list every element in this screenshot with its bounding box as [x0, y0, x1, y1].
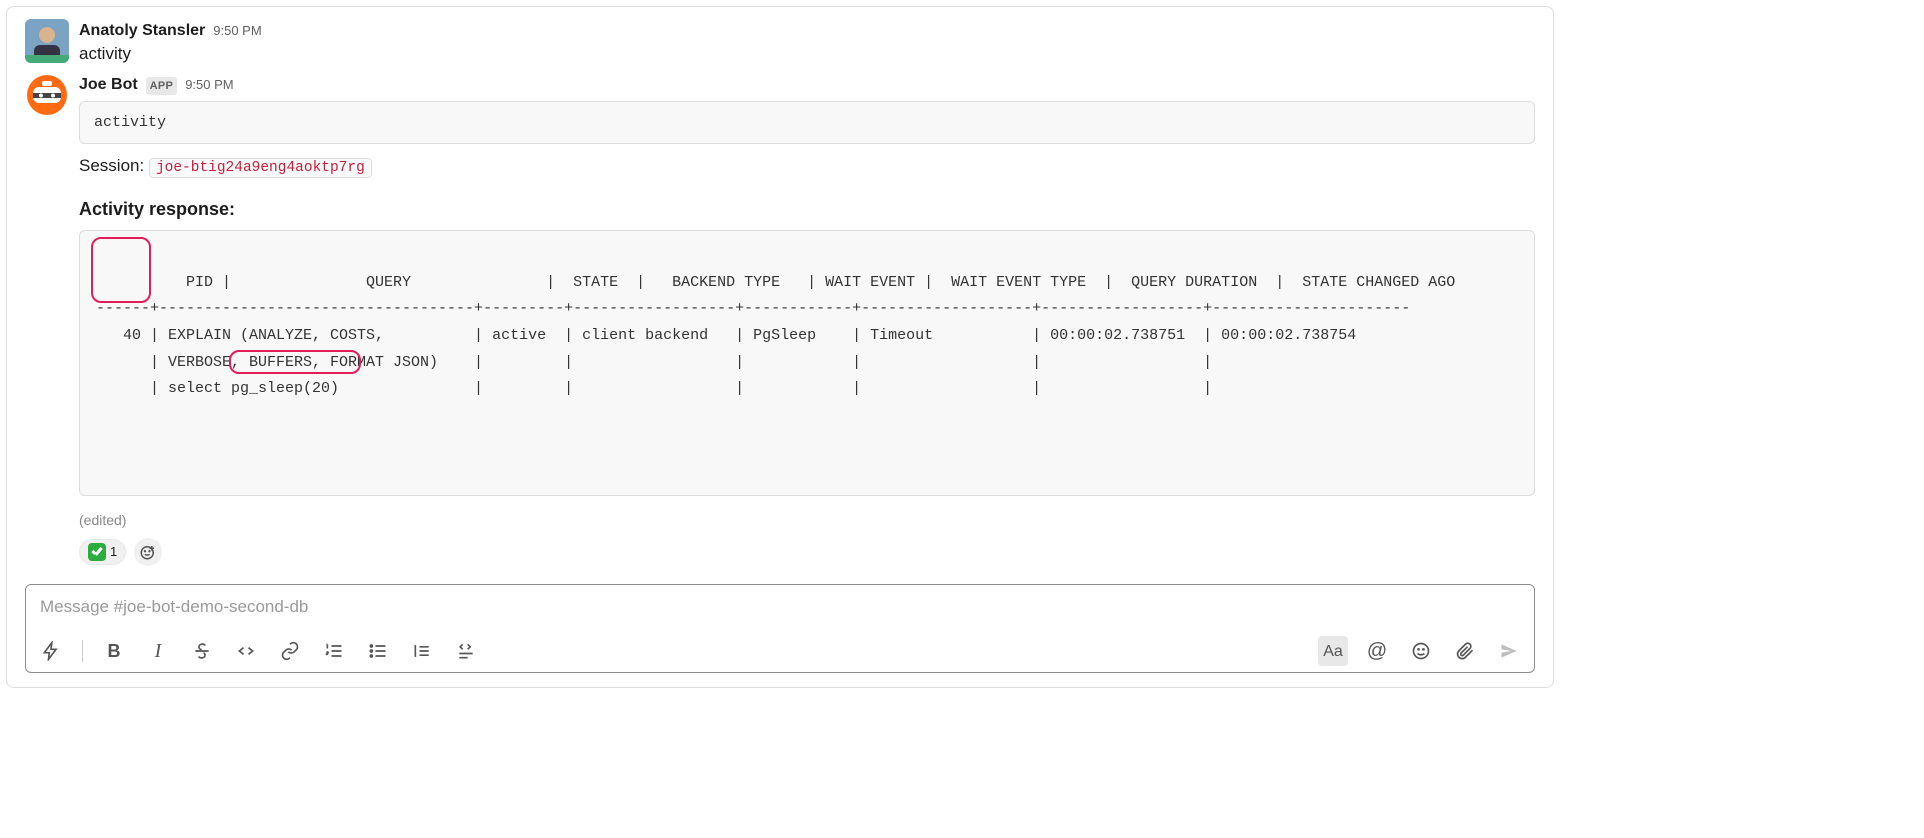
check-icon: [88, 543, 106, 561]
add-reaction-button[interactable]: [134, 538, 162, 566]
timestamp: 9:50 PM: [213, 22, 261, 41]
avatar-bot[interactable]: [25, 73, 69, 117]
timestamp: 9:50 PM: [185, 76, 233, 95]
bullet-list-button[interactable]: [363, 636, 393, 666]
link-button[interactable]: [275, 636, 305, 666]
response-title: Activity response:: [79, 196, 1535, 222]
message-user: Anatoly Stansler 9:50 PM activity: [25, 19, 1535, 67]
send-button[interactable]: [1494, 636, 1524, 666]
edited-label: (edited): [79, 510, 1535, 530]
composer: B I: [25, 584, 1535, 673]
activity-table: PID | QUERY | STATE | BACKEND TYPE | WAI…: [79, 230, 1535, 496]
reactions: 1: [79, 538, 1535, 566]
session-id[interactable]: joe-btig24a9eng4aoktp7rg: [149, 158, 372, 178]
message-bot: Joe Bot APP 9:50 PM activity Session: jo…: [25, 73, 1535, 566]
message-text: activity: [79, 42, 1535, 67]
strike-button[interactable]: [187, 636, 217, 666]
code-block-button[interactable]: [451, 636, 481, 666]
attach-button[interactable]: [1450, 636, 1480, 666]
shortcuts-button[interactable]: [36, 636, 66, 666]
toolbar-separator: [82, 640, 83, 662]
table-content: PID | QUERY | STATE | BACKEND TYPE | WAI…: [96, 274, 1482, 398]
blockquote-button[interactable]: [407, 636, 437, 666]
session-label: Session:: [79, 156, 149, 175]
avatar-user[interactable]: [25, 19, 69, 63]
app-badge: APP: [146, 77, 178, 95]
code-button[interactable]: [231, 636, 261, 666]
italic-button[interactable]: I: [143, 636, 173, 666]
sender-name[interactable]: Joe Bot: [79, 73, 138, 96]
session-line: Session: joe-btig24a9eng4aoktp7rg: [79, 154, 1535, 179]
mention-button[interactable]: @: [1362, 636, 1392, 666]
reaction-count: 1: [110, 542, 117, 562]
reaction-check[interactable]: 1: [79, 539, 126, 565]
code-block-command: activity: [79, 101, 1535, 145]
highlight-pid: [91, 237, 151, 303]
ordered-list-button[interactable]: [319, 636, 349, 666]
message-input[interactable]: [26, 585, 1534, 630]
slack-thread: Anatoly Stansler 9:50 PM activity Joe Bo…: [6, 6, 1554, 688]
sender-name[interactable]: Anatoly Stansler: [79, 19, 205, 42]
format-toggle-button[interactable]: Aa: [1318, 636, 1348, 666]
composer-toolbar: B I: [26, 630, 1534, 672]
bold-button[interactable]: B: [99, 636, 129, 666]
emoji-button[interactable]: [1406, 636, 1436, 666]
